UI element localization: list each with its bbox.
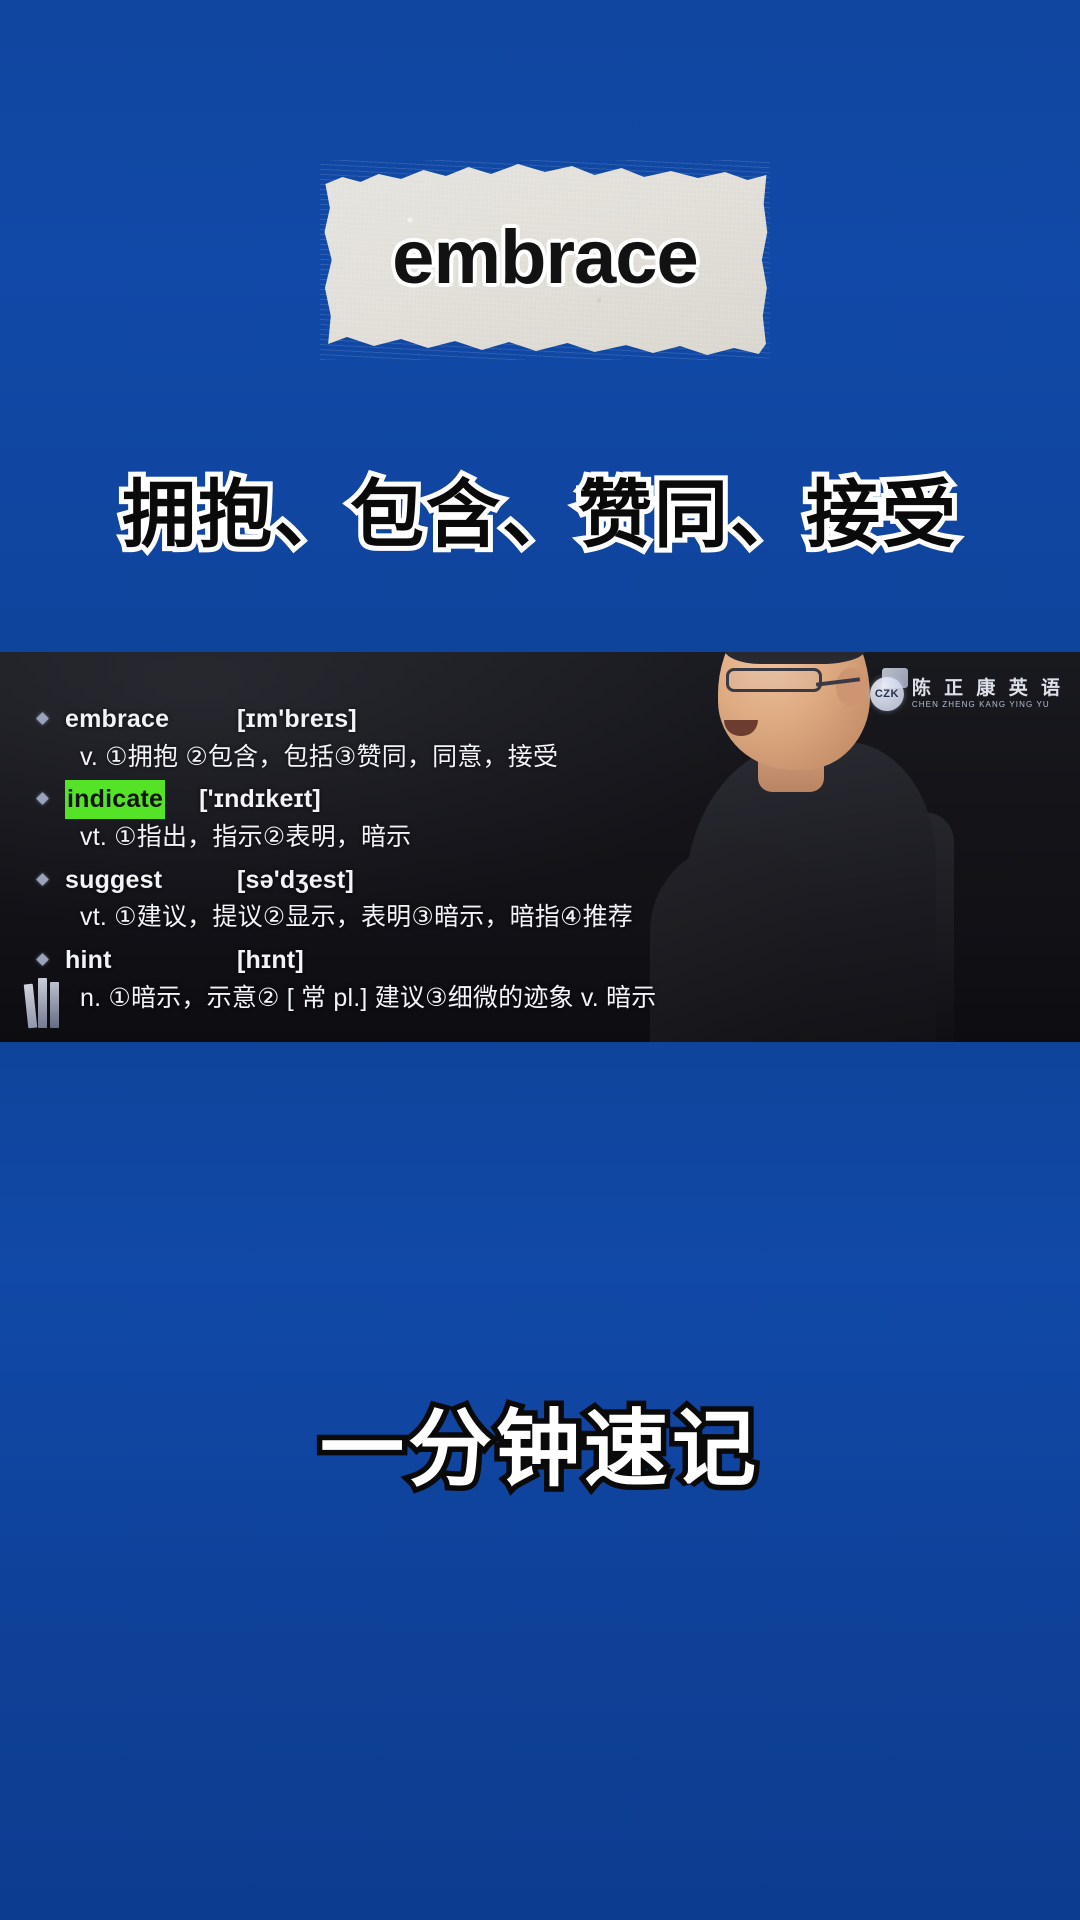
book-spine-3 — [50, 982, 59, 1028]
vocab-term: hint — [65, 945, 112, 974]
video-frame[interactable]: CZK 陈 正 康 英 语 CHEN ZHENG KANG YING YU em… — [0, 652, 1080, 1042]
diamond-bullet-icon — [36, 872, 49, 886]
teacher-hair — [724, 652, 866, 664]
books-icon — [23, 978, 70, 1029]
diamond-bullet-icon — [36, 952, 49, 966]
vocab-head: suggest [sə'dʒest] — [36, 861, 738, 900]
teacher-neck — [758, 722, 824, 792]
watermark-text-block: 陈 正 康 英 语 CHEN ZHENG KANG YING YU — [911, 677, 1064, 709]
vocab-definition: vt. ①建议，提议②显示，表明③暗示，暗指④推荐 — [38, 899, 738, 937]
vocab-definition: vt. ①指出，指示②表明，暗示 — [38, 819, 738, 857]
vocab-entry-indicate: indicate ['ɪndɪkeɪt] vt. ①指出，指示②表明，暗示 — [36, 780, 738, 857]
vocab-entry-suggest: suggest [sə'dʒest] vt. ①建议，提议②显示，表明③暗示，暗… — [36, 861, 738, 937]
top-title-panel: embrace 拥抱、包含、赞同、接受 — [0, 0, 1080, 652]
vocab-ipa: [ɪm'breɪs] — [237, 705, 357, 733]
torn-paper-card: embrace — [320, 160, 770, 360]
vocab-definition: n. ①暗示，示意② [ 常 pl.] 建议③细微的迹象 v. 暗示 — [38, 980, 738, 1018]
vocab-term: suggest — [65, 865, 163, 894]
bottom-tagline-panel: 一分钟速记 — [0, 1042, 1080, 1920]
teacher-ear — [836, 668, 866, 706]
book-spine-2 — [38, 978, 47, 1028]
czk-logo-icon: CZK — [869, 677, 904, 711]
vocab-def-text: ①指出，指示②表明，暗示 — [114, 823, 412, 851]
vocab-def-text: ①暗示，示意② [ 常 pl.] 建议③细微的迹象 v. 暗示 — [108, 983, 657, 1012]
channel-watermark: CZK 陈 正 康 英 语 CHEN ZHENG KANG YING YU — [869, 677, 1064, 711]
vocab-entry-embrace: embrace [ɪm'breɪs] v. ①拥抱 ②包含，包括③赞同，同意，接… — [36, 700, 738, 777]
vocab-term-highlighted: indicate — [65, 780, 166, 819]
teacher-arm — [862, 812, 954, 1042]
vocab-ipa: [sə'dʒest] — [237, 865, 354, 894]
vocab-head: indicate ['ɪndɪkeɪt] — [36, 780, 738, 819]
glasses-icon — [726, 668, 822, 692]
watermark-brand-cn: 陈 正 康 英 语 — [911, 677, 1064, 699]
vocab-pos: n. — [80, 983, 102, 1012]
vocab-head: embrace [ɪm'breɪs] — [36, 700, 738, 739]
vocabulary-list: embrace [ɪm'breɪs] v. ①拥抱 ②包含，包括③赞同，同意，接… — [36, 700, 738, 1021]
vocab-ipa: ['ɪndɪkeɪt] — [199, 785, 321, 814]
vocab-pos: vt. — [80, 823, 107, 851]
diamond-bullet-icon — [36, 792, 49, 806]
book-spine-1 — [23, 983, 38, 1029]
tagline-text: 一分钟速记 — [314, 1397, 761, 1502]
vocab-pos: vt. — [80, 903, 107, 932]
glasses-temple-icon — [815, 677, 861, 687]
vocab-ipa: [hɪnt] — [237, 945, 304, 974]
vocab-head: hint [hɪnt] — [36, 941, 738, 980]
vocab-pos: v. — [80, 742, 98, 771]
chinese-meaning-text: 拥抱、包含、赞同、接受 — [117, 468, 961, 561]
vocab-entry-hint: hint [hɪnt] n. ①暗示，示意② [ 常 pl.] 建议③细微的迹象… — [36, 941, 738, 1018]
vocab-term: embrace — [65, 705, 170, 733]
headword-text: embrace — [392, 214, 699, 300]
vocab-def-text: ①建议，提议②显示，表明③暗示，暗指④推荐 — [114, 903, 634, 932]
teacher-head — [718, 652, 870, 770]
vocab-def-text: ①拥抱 ②包含，包括③赞同，同意，接受 — [105, 742, 559, 771]
diamond-bullet-icon — [36, 712, 49, 725]
watermark-brand-en: CHEN ZHENG KANG YING YU — [911, 699, 1050, 709]
vocab-definition: v. ①拥抱 ②包含，包括③赞同，同意，接受 — [38, 739, 738, 777]
